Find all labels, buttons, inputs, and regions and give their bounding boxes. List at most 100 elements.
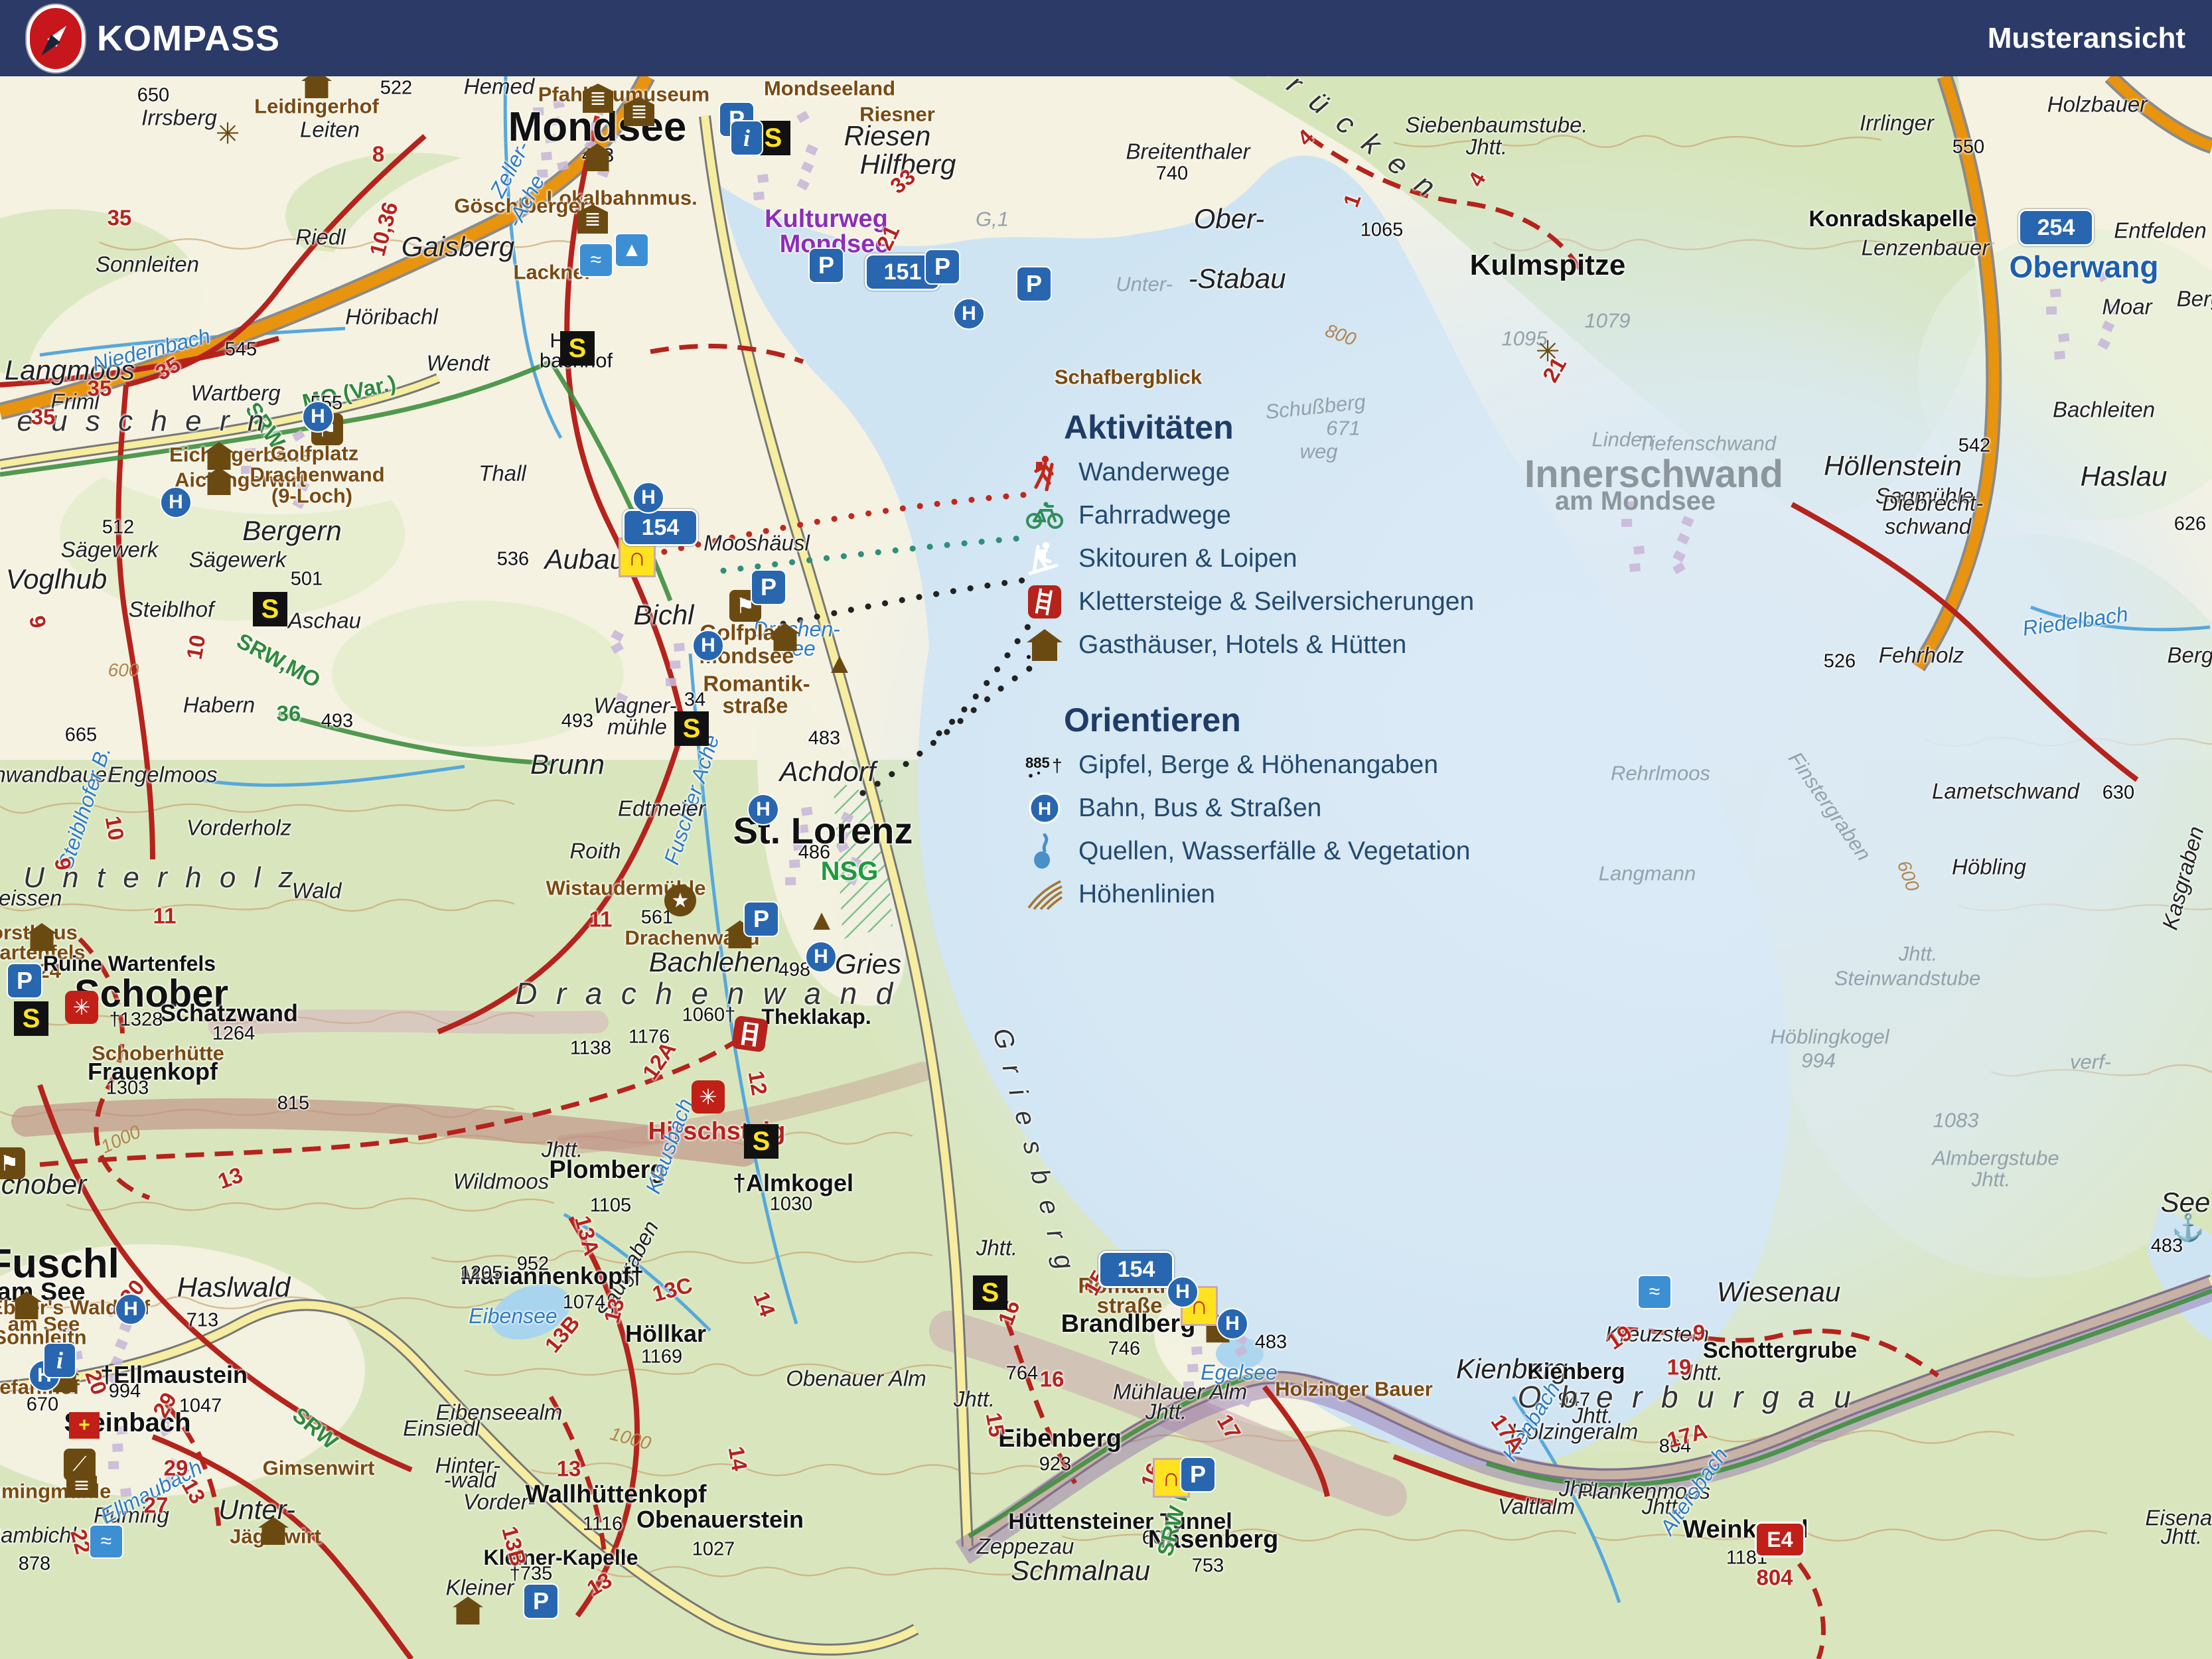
map-label: 1065 <box>1361 221 1404 240</box>
bus-stop-icon: H <box>1025 792 1064 824</box>
kompass-logo-icon <box>27 5 85 72</box>
viewpoint-icon: ★ <box>664 885 696 916</box>
kompass-brand: KOMPASS <box>27 5 280 72</box>
map-legend: Aktivitäten WanderwegeFahrradwegeSkitour… <box>1025 408 1503 950</box>
map-label: Obenauerstein <box>636 1508 804 1532</box>
legend-item: Wanderwege <box>1025 451 1503 494</box>
map-label: Haslwald <box>177 1273 290 1301</box>
map-label: 512 <box>102 518 134 538</box>
map-label: (9-Loch) <box>271 486 352 506</box>
map-label: 550 <box>1953 138 1984 157</box>
page: { "header": { "brand": "KOMPASS", "title… <box>0 0 2212 1659</box>
map-label: schwand <box>1885 516 1971 538</box>
map-label: 16 <box>1040 1368 1065 1390</box>
camp-icon: ▲ <box>825 647 854 680</box>
map-label: 665 <box>65 726 97 745</box>
bus-stop-badge: H <box>632 482 664 514</box>
road-number-badge: 154 <box>623 509 698 546</box>
map-label: Mondseeland <box>764 78 895 99</box>
map-label: Konradskapelle <box>1808 208 1976 230</box>
legend-item-label: Bahn, Bus & Straßen <box>1078 794 1321 823</box>
bus-stop-badge: H <box>692 630 724 662</box>
legend-item: Fahrradwege <box>1025 494 1503 537</box>
map-label: 994 <box>1801 1050 1836 1071</box>
first-aid-icon: + <box>69 1412 100 1439</box>
map-label: 626 <box>2174 515 2206 534</box>
map-label: 11 <box>589 908 613 930</box>
legend-item-label: Gipfel, Berge & Höhenangaben <box>1078 751 1438 780</box>
map-label: Wiesenau <box>1717 1278 1840 1306</box>
map-label: Jhtt. <box>954 1388 995 1410</box>
map-label: Höblingkogel <box>1770 1027 1889 1047</box>
map-label: Wagner- <box>593 695 676 717</box>
map-label: 1138 <box>570 1039 611 1058</box>
map-canvas[interactable]: Aktivitäten WanderwegeFahrradwegeSkitour… <box>0 76 2212 1659</box>
map-label: 536 <box>497 550 529 569</box>
map-label: Oberwang <box>2010 252 2159 282</box>
map-label: mühle <box>607 716 667 738</box>
map-label: verf- <box>2070 1052 2111 1072</box>
map-label: Jhtt. <box>1972 1169 2011 1190</box>
anchor-icon: ⚓ <box>2172 1212 2205 1244</box>
parking-badge: P <box>808 248 844 283</box>
swim-icon: ≈ <box>1637 1275 1672 1309</box>
parking-badge: P <box>523 1583 559 1619</box>
info-badge: i <box>730 120 763 156</box>
map-label: Riedl <box>295 226 345 248</box>
legend-item: Klettersteige & Seilversicherungen <box>1025 580 1503 623</box>
legend-item: Skitouren & Loipen <box>1025 537 1503 580</box>
map-label: 713 <box>186 1311 218 1331</box>
map-label: †1328 <box>110 1011 163 1030</box>
climbing-forbidden-icon: ✳ <box>692 1080 725 1114</box>
map-label: Aschau <box>288 610 361 632</box>
map-label: 994 <box>109 1382 141 1402</box>
map-label: Eibensee <box>469 1305 557 1327</box>
road-number-badge: 154 <box>1098 1251 1174 1288</box>
map-label: 501 <box>291 570 323 589</box>
parking-badge: P <box>7 963 42 999</box>
map-label: 1116 <box>583 1515 623 1534</box>
legend-item-label: Quellen, Wasserfälle & Vegetation <box>1078 837 1470 866</box>
map-label: 19 <box>1667 1356 1692 1378</box>
svg-text:885: 885 <box>1025 755 1050 771</box>
map-label: Eibenberg <box>998 1426 1122 1451</box>
map-label: 522 <box>380 79 412 98</box>
map-label: Bachleiten <box>2053 399 2155 421</box>
map-label: 36 <box>277 703 301 725</box>
map-label: 746 <box>1108 1340 1140 1359</box>
map-label: Steinwandstube <box>1834 968 1981 989</box>
legend-item: 885†Gipfel, Berge & Höhenangaben <box>1025 743 1503 786</box>
map-label: 10 <box>102 814 128 842</box>
map-label: Steiblhof <box>129 599 214 620</box>
legend-orientation-title: Orientieren <box>1064 701 1503 739</box>
map-label: Gaisberg <box>402 233 514 261</box>
map-label: 493 <box>561 712 593 731</box>
map-label: Gries <box>835 950 901 978</box>
map-label: 740 <box>1156 165 1188 184</box>
bus-stop-badge: H <box>805 941 837 973</box>
ladder-icon <box>1025 585 1064 618</box>
map-label: Bachlehen <box>649 948 781 976</box>
map-label: Ruine Wartenfels <box>43 953 216 974</box>
bus-stop-badge: H <box>302 401 334 433</box>
legend-item-label: Höhenlinien <box>1078 880 1215 909</box>
map-label: 545 <box>225 340 257 360</box>
map-label: Siebenbaumstube. <box>1405 114 1587 136</box>
bus-stop-badge: H <box>747 794 779 826</box>
map-label: 11 <box>153 905 177 927</box>
map-label: Almbergstube <box>1932 1148 2059 1169</box>
map-label: am Mondsee <box>1555 488 1716 514</box>
map-label: Entfelden <box>2114 220 2206 242</box>
map-label: Bambichl <box>0 1524 76 1546</box>
bike-icon <box>1025 501 1064 530</box>
map-label: Achdorf <box>780 758 876 786</box>
windmill-icon: ✳ <box>216 117 240 151</box>
map-label: 12 <box>745 1069 771 1097</box>
bus-stop-badge: H <box>160 486 192 518</box>
map-label: Brunn <box>530 751 605 778</box>
map-label: 8 <box>372 143 384 165</box>
map-label: 878 <box>19 1555 50 1574</box>
spring-icon <box>1025 833 1064 869</box>
map-label: 27 <box>144 1494 169 1516</box>
contour-icon <box>1025 879 1064 910</box>
